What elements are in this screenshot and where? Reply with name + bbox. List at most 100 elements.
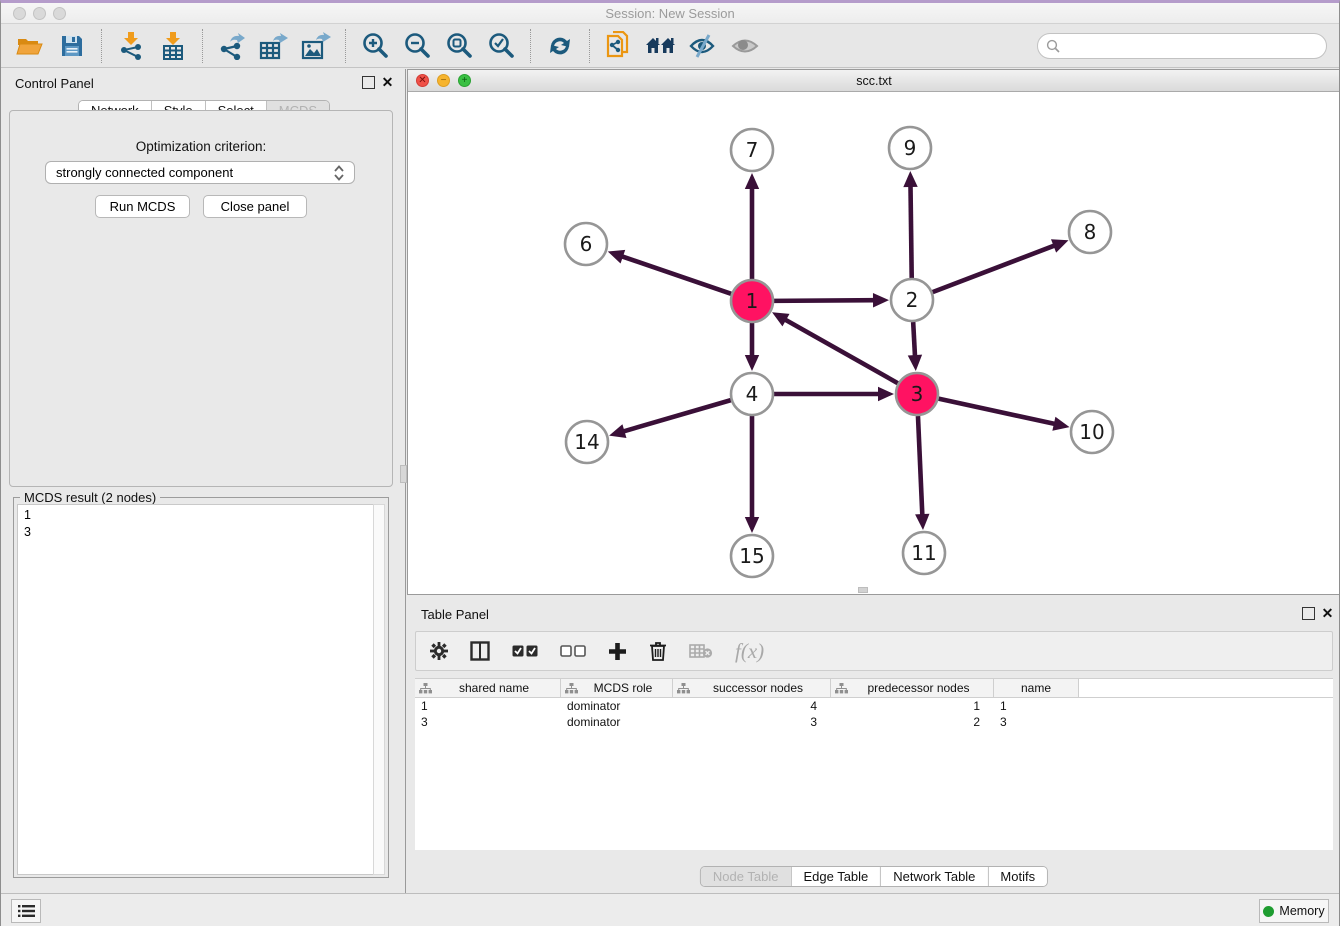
zoom-selected-button[interactable] [481, 28, 521, 64]
clone-network-icon [605, 31, 633, 61]
delete-table-icon [689, 643, 713, 659]
network-canvas[interactable]: 1234678910111415 [408, 92, 1340, 594]
toolbar-separator [589, 29, 590, 63]
table-cell[interactable]: 4 [673, 698, 831, 714]
toolbar-separator [202, 29, 203, 63]
mcds-result-box: MCDS result (2 nodes) 13 [13, 497, 389, 878]
control-panel-title: Control Panel [15, 76, 94, 91]
table-row[interactable]: 1dominator411 [415, 698, 1333, 714]
table-row[interactable]: 3dominator323 [415, 714, 1333, 730]
tab-edge-table[interactable]: Edge Table [790, 867, 880, 886]
column-header-predecessor-nodes[interactable]: predecessor nodes [831, 679, 994, 697]
close-table-panel-icon[interactable]: ✕ [1321, 607, 1334, 620]
table-settings-button[interactable] [430, 642, 448, 660]
run-mcds-button[interactable]: Run MCDS [95, 195, 190, 218]
graph-node-label: 3 [911, 382, 924, 406]
import-network-button[interactable] [111, 28, 151, 64]
clone-network-button[interactable] [599, 28, 639, 64]
task-history-button[interactable] [11, 899, 41, 923]
close-panel-icon[interactable]: ✕ [381, 76, 394, 89]
graph-edge-1-2[interactable] [774, 300, 875, 301]
save-session-button[interactable] [52, 28, 92, 64]
toolbar-separator [101, 29, 102, 63]
graph-edge-arrowhead [903, 171, 917, 187]
graph-edge-2-3[interactable] [913, 322, 915, 357]
search-input[interactable] [1064, 39, 1326, 54]
graph-edge-2-9[interactable] [910, 185, 911, 278]
close-panel-button[interactable]: Close panel [203, 195, 307, 218]
graph-edge-3-11[interactable] [918, 416, 922, 516]
column-header-successor-nodes[interactable]: successor nodes [673, 679, 831, 697]
table-panel-header: Table Panel ✕ [407, 600, 1340, 630]
gear-icon [430, 642, 448, 660]
graph-edge-2-8[interactable] [933, 245, 1056, 292]
delete-column-button[interactable] [649, 641, 667, 661]
table-cell[interactable]: dominator [561, 714, 673, 730]
table-cell[interactable]: dominator [561, 698, 673, 714]
vertical-splitter-handle[interactable] [400, 465, 407, 483]
zoom-in-button[interactable] [355, 28, 395, 64]
houses-icon [645, 34, 677, 58]
graph-edge-3-1[interactable] [784, 319, 898, 383]
table-cell[interactable]: 1 [831, 698, 994, 714]
column-header-shared-name[interactable]: shared name [415, 679, 561, 697]
export-image-button[interactable] [296, 28, 336, 64]
result-item[interactable]: 3 [24, 524, 368, 541]
memory-status-icon [1263, 906, 1274, 917]
tab-motifs[interactable]: Motifs [987, 867, 1047, 886]
table-cell[interactable]: 3 [673, 714, 831, 730]
memory-button[interactable]: Memory [1259, 899, 1329, 923]
graph-node-label: 15 [739, 544, 764, 568]
refresh-view-button[interactable] [540, 28, 580, 64]
table-cell[interactable]: 1 [415, 698, 561, 714]
criterion-select[interactable]: strongly connected component [45, 161, 355, 184]
graph-edge-1-6[interactable] [621, 256, 731, 294]
graph-node-label: 11 [911, 541, 936, 565]
tab-network-table[interactable]: Network Table [880, 867, 987, 886]
network-splitter-handle[interactable] [858, 587, 868, 593]
import-table-button[interactable] [153, 28, 193, 64]
table-panel-title: Table Panel [421, 607, 489, 622]
zoom-out-button[interactable] [397, 28, 437, 64]
table-cell[interactable]: 3 [994, 714, 1079, 730]
export-network-button[interactable] [212, 28, 252, 64]
export-table-button[interactable] [254, 28, 294, 64]
column-header-name[interactable]: name [994, 679, 1079, 697]
graph-edge-4-14[interactable] [623, 400, 731, 432]
zoom-fit-icon [445, 32, 473, 60]
show-all-button[interactable] [725, 28, 765, 64]
result-item[interactable]: 1 [24, 507, 368, 524]
add-column-button[interactable] [608, 642, 627, 661]
fx-icon: f(x) [735, 639, 764, 664]
hide-selected-button[interactable] [683, 28, 723, 64]
function-builder-button[interactable]: f(x) [735, 639, 764, 664]
control-panel-header: Control Panel ✕ [1, 69, 401, 99]
graph-edge-3-10[interactable] [938, 399, 1055, 424]
result-scrollbar[interactable] [373, 504, 385, 875]
tab-node-table[interactable]: Node Table [701, 867, 791, 886]
graph-edge-arrowhead [1051, 239, 1069, 252]
save-icon [60, 34, 84, 58]
table-cell[interactable]: 3 [415, 714, 561, 730]
deselect-all-button[interactable] [560, 645, 586, 657]
show-columns-button[interactable] [470, 641, 490, 661]
zoom-selected-icon [487, 32, 515, 60]
optimization-criterion-label: Optimization criterion: [1, 139, 401, 154]
column-header-MCDS-role[interactable]: MCDS role [561, 679, 673, 697]
float-table-panel-icon[interactable] [1302, 607, 1315, 620]
eye-slash-icon [688, 33, 718, 59]
delete-table-button[interactable] [689, 643, 713, 659]
column-header-label: name [998, 681, 1074, 695]
table-cell[interactable]: 1 [994, 698, 1079, 714]
table-cell[interactable]: 2 [831, 714, 994, 730]
zoom-fit-button[interactable] [439, 28, 479, 64]
select-all-button[interactable] [512, 645, 538, 657]
float-panel-icon[interactable] [362, 76, 375, 89]
open-session-button[interactable] [10, 28, 50, 64]
mcds-result-title: MCDS result (2 nodes) [20, 490, 160, 505]
graph-node-label: 1 [746, 289, 759, 313]
mcds-result-list[interactable]: 13 [17, 504, 375, 875]
graph-edge-arrowhead [608, 250, 625, 264]
network-window-titlebar[interactable]: ✕ − + scc.txt [408, 70, 1340, 92]
show-networks-button[interactable] [641, 28, 681, 64]
